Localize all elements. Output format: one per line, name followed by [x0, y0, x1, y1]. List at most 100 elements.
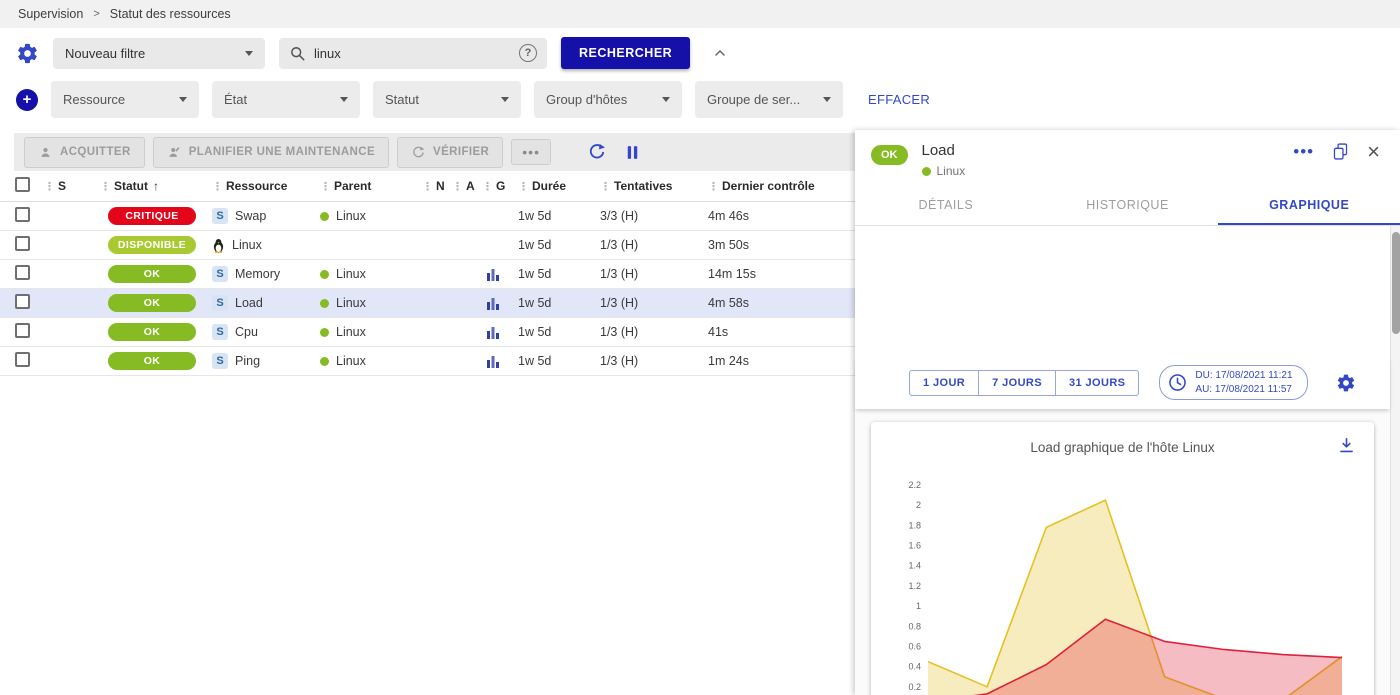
last-check-cell: 1m 24s — [708, 354, 855, 368]
select-all-checkbox[interactable] — [15, 177, 30, 192]
criteria-dropdown-statut[interactable]: Statut — [373, 81, 521, 118]
drag-handle-icon[interactable]: ⋮ — [100, 180, 111, 193]
resource-name[interactable]: Linux — [232, 238, 262, 252]
add-criteria-button[interactable]: + — [16, 89, 38, 111]
table-row-memory[interactable]: OKSMemoryLinux1w 5d1/3 (H)14m 15s — [0, 260, 855, 289]
drag-handle-icon[interactable]: ⋮ — [518, 180, 529, 193]
status-badge: CRITIQUE — [108, 207, 196, 225]
column-header-n[interactable]: ⋮N — [422, 179, 452, 193]
service-icon: S — [212, 324, 228, 340]
tries-cell: 1/3 (H) — [600, 296, 708, 310]
row-checkbox[interactable] — [15, 207, 30, 222]
graph-icon[interactable] — [486, 297, 500, 310]
graph-icon[interactable] — [486, 355, 500, 368]
row-checkbox[interactable] — [15, 294, 30, 309]
column-header-parent[interactable]: ⋮Parent — [320, 179, 422, 193]
clear-filters-link[interactable]: EFFACER — [868, 92, 930, 107]
column-header-a[interactable]: ⋮A — [452, 179, 482, 193]
row-checkbox[interactable] — [15, 323, 30, 338]
drag-handle-icon[interactable]: ⋮ — [708, 180, 719, 193]
more-actions-icon[interactable]: ••• — [511, 139, 551, 165]
drag-handle-icon[interactable]: ⋮ — [212, 180, 223, 193]
graph-settings-gear-icon[interactable] — [1336, 373, 1356, 393]
row-checkbox[interactable] — [15, 265, 30, 280]
row-checkbox[interactable] — [15, 352, 30, 367]
table-row-ping[interactable]: OKSPingLinux1w 5d1/3 (H)1m 24s — [0, 347, 855, 376]
scrollbar-thumb[interactable] — [1392, 232, 1400, 334]
search-button[interactable]: RECHERCHER — [561, 37, 690, 69]
download-icon[interactable] — [1337, 436, 1356, 455]
set-downtime-button[interactable]: PLANIFIER UNE MAINTENANCE — [153, 137, 389, 168]
range-button-1-jour[interactable]: 1 JOUR — [909, 370, 979, 396]
panel-parent-name[interactable]: Linux — [937, 164, 966, 178]
tries-cell: 3/3 (H) — [600, 209, 708, 223]
drag-handle-icon[interactable]: ⋮ — [452, 180, 463, 193]
tab-graphique[interactable]: GRAPHIQUE — [1218, 186, 1400, 225]
drag-handle-icon[interactable]: ⋮ — [44, 180, 55, 193]
criteria-dropdown-groupe-de-ser[interactable]: Groupe de ser... — [695, 81, 843, 118]
resource-name[interactable]: Swap — [235, 209, 266, 223]
drag-handle-icon[interactable]: ⋮ — [320, 180, 331, 193]
resource-name[interactable]: Cpu — [235, 325, 258, 339]
parent-name[interactable]: Linux — [336, 325, 366, 339]
tab-d-tails[interactable]: DÉTAILS — [855, 186, 1037, 225]
host-status-dot — [320, 212, 329, 221]
column-header-ressource[interactable]: ⋮Ressource — [212, 179, 320, 193]
graph-icon[interactable] — [486, 268, 500, 281]
parent-name[interactable]: Linux — [336, 354, 366, 368]
tab-historique[interactable]: HISTORIQUE — [1037, 186, 1219, 225]
search-box[interactable]: ? — [279, 38, 547, 69]
parent-name[interactable]: Linux — [336, 296, 366, 310]
column-header-dur-e[interactable]: ⋮Durée — [518, 179, 600, 193]
help-icon[interactable]: ? — [519, 44, 537, 62]
criteria-dropdown-ressource[interactable]: Ressource — [51, 81, 199, 118]
resource-name[interactable]: Load — [235, 296, 263, 310]
drag-handle-icon[interactable]: ⋮ — [482, 180, 493, 193]
graph-title: Load graphique de l'hôte Linux — [1030, 440, 1214, 455]
criteria-dropdown-tat[interactable]: État — [212, 81, 360, 118]
column-header-statut[interactable]: ⋮Statut↑ — [100, 179, 212, 193]
parent-name[interactable]: Linux — [336, 267, 366, 281]
column-header-tentatives[interactable]: ⋮Tentatives — [600, 179, 708, 193]
service-icon: S — [212, 353, 228, 369]
collapse-filters-icon[interactable] — [712, 45, 728, 61]
refresh-icon[interactable] — [587, 142, 607, 162]
table-row-load[interactable]: OKSLoadLinux1w 5d1/3 (H)4m 58s — [0, 289, 855, 318]
row-checkbox[interactable] — [15, 236, 30, 251]
duration-cell: 1w 5d — [518, 296, 600, 310]
duration-cell: 1w 5d — [518, 354, 600, 368]
drag-handle-icon[interactable]: ⋮ — [600, 180, 611, 193]
graph-icon[interactable] — [486, 326, 500, 339]
date-range-picker[interactable]: DU: 17/08/2021 11:21 AU: 17/08/2021 11:5… — [1159, 365, 1307, 400]
resource-name[interactable]: Memory — [235, 267, 280, 281]
breadcrumb-separator-icon: > — [93, 8, 99, 20]
check-button[interactable]: VÉRIFIER — [397, 137, 503, 168]
status-badge: OK — [108, 265, 196, 283]
panel-more-icon[interactable]: ••• — [1293, 143, 1314, 160]
table-row-linux[interactable]: DISPONIBLELinux1w 5d1/3 (H)3m 50s — [0, 231, 855, 260]
criteria-dropdown-group-d-h-tes[interactable]: Group d'hôtes — [534, 81, 682, 118]
close-icon[interactable]: × — [1367, 143, 1380, 161]
breadcrumb-item-statut-des-ressources[interactable]: Statut des ressources — [110, 7, 231, 21]
filters-gear-icon[interactable] — [16, 42, 39, 65]
panel-scrollbar[interactable] — [1390, 226, 1400, 695]
range-group: 1 JOUR7 JOURS31 JOURS — [909, 370, 1139, 396]
table-row-swap[interactable]: CRITIQUESSwapLinux1w 5d3/3 (H)4m 46s — [0, 202, 855, 231]
status-badge: OK — [108, 294, 196, 312]
drag-handle-icon[interactable]: ⋮ — [422, 180, 433, 193]
table-row-cpu[interactable]: OKSCpuLinux1w 5d1/3 (H)41s — [0, 318, 855, 347]
resource-name[interactable]: Ping — [235, 354, 260, 368]
column-header-dernier-contr-le[interactable]: ⋮Dernier contrôle — [708, 179, 855, 193]
duration-cell: 1w 5d — [518, 209, 600, 223]
parent-name[interactable]: Linux — [336, 209, 366, 223]
range-button-7-jours[interactable]: 7 JOURS — [978, 370, 1056, 396]
column-header-s[interactable]: ⋮S — [44, 179, 100, 193]
search-input[interactable] — [314, 46, 511, 61]
column-header-g[interactable]: ⋮G — [482, 179, 518, 193]
saved-filter-select[interactable]: Nouveau filtre — [53, 38, 265, 69]
copy-link-icon[interactable] — [1332, 142, 1349, 161]
range-button-31-jours[interactable]: 31 JOURS — [1055, 370, 1139, 396]
acknowledge-button[interactable]: ACQUITTER — [24, 137, 145, 168]
breadcrumb-item-supervision[interactable]: Supervision — [18, 7, 83, 21]
pause-icon[interactable] — [623, 143, 642, 162]
